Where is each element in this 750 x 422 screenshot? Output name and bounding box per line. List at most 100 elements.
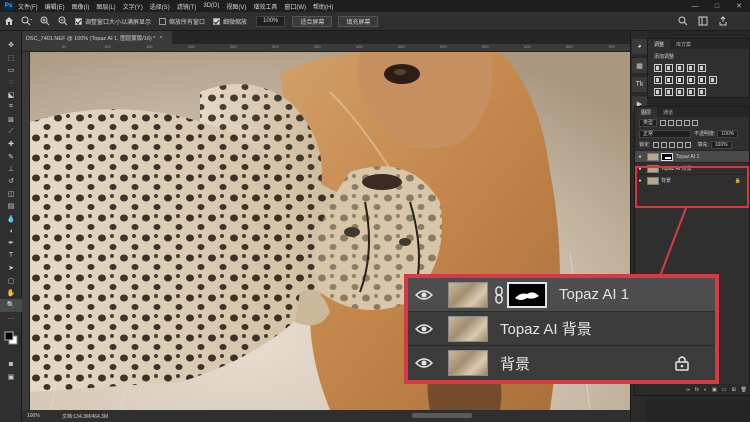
color-panel-icon[interactable]: ◕ bbox=[632, 39, 647, 54]
swatches-panel-icon[interactable]: ▦ bbox=[632, 58, 647, 73]
blur-tool-icon[interactable]: 💧 bbox=[0, 212, 22, 224]
gradient-map-icon[interactable] bbox=[687, 88, 695, 96]
gradient-tool-icon[interactable]: ▤ bbox=[0, 200, 22, 212]
character-panel-icon[interactable]: Tk bbox=[632, 77, 647, 92]
eye-icon[interactable] bbox=[408, 289, 440, 301]
eyedropper-tool-icon[interactable]: ⟋ bbox=[0, 126, 22, 138]
workspace-icon[interactable] bbox=[696, 14, 710, 28]
brightness-icon[interactable] bbox=[654, 64, 662, 72]
home-icon[interactable] bbox=[2, 14, 16, 28]
shape-tool-icon[interactable]: ▢ bbox=[0, 274, 22, 286]
menu-layer[interactable]: 图层(L) bbox=[96, 2, 115, 11]
add-mask-icon[interactable]: ◐ bbox=[704, 387, 707, 393]
tab-layers[interactable]: 图层 bbox=[635, 107, 658, 117]
search-icon[interactable] bbox=[676, 14, 690, 28]
lock-transparent-icon[interactable] bbox=[653, 141, 660, 148]
layer-mask-thumbnail[interactable] bbox=[507, 281, 547, 308]
new-group-icon[interactable]: ▭ bbox=[722, 387, 727, 393]
layer-row-topaz-ai-1[interactable]: ● Topaz AI 1 bbox=[635, 150, 749, 162]
menu-type[interactable]: 文字(Y) bbox=[123, 2, 143, 11]
menu-file[interactable]: 文件(F) bbox=[18, 2, 38, 11]
artboard-tool-icon[interactable]: ⬚ bbox=[0, 51, 22, 63]
frame-tool-icon[interactable]: ⊠ bbox=[0, 113, 22, 125]
exposure-icon[interactable] bbox=[687, 64, 695, 72]
eye-icon[interactable]: ● bbox=[635, 154, 645, 160]
layer-filter-kind-select[interactable]: 类型 bbox=[639, 118, 658, 127]
close-window-icon[interactable]: ✕ bbox=[728, 0, 750, 12]
minimize-icon[interactable]: — bbox=[684, 0, 706, 12]
filter-type-icon[interactable] bbox=[676, 119, 683, 126]
link-layers-icon[interactable]: ∞ bbox=[686, 387, 690, 393]
blend-mode-select[interactable]: 正常 bbox=[639, 129, 691, 138]
tab-adjustments[interactable]: 调整 bbox=[648, 39, 671, 49]
screen-mode-icon[interactable]: ▣ bbox=[0, 371, 22, 383]
close-tab-icon[interactable]: × bbox=[159, 35, 162, 41]
menu-filter[interactable]: 滤镜(T) bbox=[177, 2, 197, 11]
lock-artboard-icon[interactable] bbox=[677, 141, 684, 148]
menu-window[interactable]: 窗口(W) bbox=[284, 2, 306, 11]
lock-position-icon[interactable] bbox=[669, 141, 676, 148]
quick-mask-icon[interactable]: ◙ bbox=[0, 358, 22, 370]
zoom-percent-field[interactable]: 100% bbox=[256, 15, 286, 27]
invert-icon[interactable] bbox=[654, 88, 662, 96]
filter-pixel-icon[interactable] bbox=[660, 119, 667, 126]
brush-tool-icon[interactable]: ✎ bbox=[0, 151, 22, 163]
delete-layer-icon[interactable]: 🗑 bbox=[741, 387, 747, 393]
black-white-icon[interactable] bbox=[676, 76, 684, 84]
vertical-ruler[interactable] bbox=[22, 52, 30, 410]
fill-screen-button[interactable]: 填充屏幕 bbox=[338, 15, 379, 27]
layer-style-icon[interactable]: fx bbox=[695, 387, 699, 393]
move-tool-icon[interactable]: ✥ bbox=[0, 39, 22, 51]
document-tab[interactable]: DSC_7401.NEF @ 100% (Topaz AI 1, 图层蒙版/16… bbox=[22, 31, 172, 44]
more-tools-icon[interactable]: … bbox=[0, 312, 22, 324]
maximize-icon[interactable]: □ bbox=[706, 0, 728, 12]
color-balance-icon[interactable] bbox=[665, 76, 673, 84]
lock-image-icon[interactable] bbox=[661, 141, 668, 148]
new-layer-icon[interactable]: ⊞ bbox=[731, 387, 735, 393]
color-swatches-icon[interactable] bbox=[0, 331, 22, 345]
selective-color-icon[interactable] bbox=[698, 88, 706, 96]
threshold-icon[interactable] bbox=[676, 88, 684, 96]
tab-library[interactable]: 库方案 bbox=[670, 39, 697, 49]
resize-windows-checkbox[interactable]: 调整窗口大小以满屏显示 bbox=[75, 17, 151, 26]
pen-tool-icon[interactable]: ✒ bbox=[0, 237, 22, 249]
eye-icon[interactable] bbox=[408, 323, 440, 335]
menu-select[interactable]: 选择(S) bbox=[150, 2, 170, 11]
color-lookup-icon[interactable] bbox=[709, 76, 717, 84]
posterize-icon[interactable] bbox=[665, 88, 673, 96]
menu-help[interactable]: 帮助(H) bbox=[313, 2, 333, 11]
curves-icon[interactable] bbox=[676, 64, 684, 72]
path-select-tool-icon[interactable]: ➤ bbox=[0, 262, 22, 274]
status-zoom-value[interactable]: 100% bbox=[27, 413, 57, 419]
hand-tool-icon[interactable]: ✋ bbox=[0, 287, 22, 299]
horizontal-scrollbar[interactable] bbox=[412, 413, 472, 418]
fit-screen-button[interactable]: 适合屏幕 bbox=[292, 15, 333, 27]
tab-channels[interactable]: 通道 bbox=[657, 107, 679, 117]
eye-icon[interactable] bbox=[408, 357, 440, 369]
zoom-layer-row-background[interactable]: 背景 bbox=[408, 346, 715, 380]
zoom-all-windows-checkbox[interactable]: 缩放所有窗口 bbox=[159, 17, 205, 26]
clone-stamp-tool-icon[interactable]: ⊥ bbox=[0, 163, 22, 175]
levels-icon[interactable] bbox=[665, 64, 673, 72]
lasso-tool-icon[interactable]: ◌ bbox=[0, 76, 22, 88]
zoom-out-icon[interactable] bbox=[56, 14, 70, 28]
marquee-tool-icon[interactable]: ▭ bbox=[0, 64, 22, 76]
filter-adjustment-icon[interactable] bbox=[668, 119, 675, 126]
menu-3d[interactable]: 3D(D) bbox=[203, 3, 219, 9]
new-adjustment-icon[interactable]: ▣ bbox=[712, 387, 717, 393]
menu-edit[interactable]: 编辑(E) bbox=[45, 2, 65, 11]
opacity-field[interactable]: 100% bbox=[717, 129, 739, 138]
horizontal-ruler[interactable]: 50 100 150 200 250 300 350 400 450 500 5… bbox=[22, 44, 630, 52]
dodge-tool-icon[interactable]: ◖ bbox=[0, 225, 22, 237]
lock-all-icon[interactable] bbox=[685, 141, 692, 148]
history-brush-tool-icon[interactable]: ↺ bbox=[0, 175, 22, 187]
menu-view[interactable]: 视图(V) bbox=[226, 2, 246, 11]
photo-filter-icon[interactable] bbox=[687, 76, 695, 84]
share-icon[interactable] bbox=[716, 14, 730, 28]
vibrance-icon[interactable] bbox=[698, 64, 706, 72]
zoom-in-icon[interactable] bbox=[38, 14, 52, 28]
filter-smart-object-icon[interactable] bbox=[692, 119, 699, 126]
zoom-tool-preset-icon[interactable] bbox=[20, 14, 34, 28]
fill-field[interactable]: 100% bbox=[710, 140, 732, 149]
hue-saturation-icon[interactable] bbox=[654, 76, 662, 84]
